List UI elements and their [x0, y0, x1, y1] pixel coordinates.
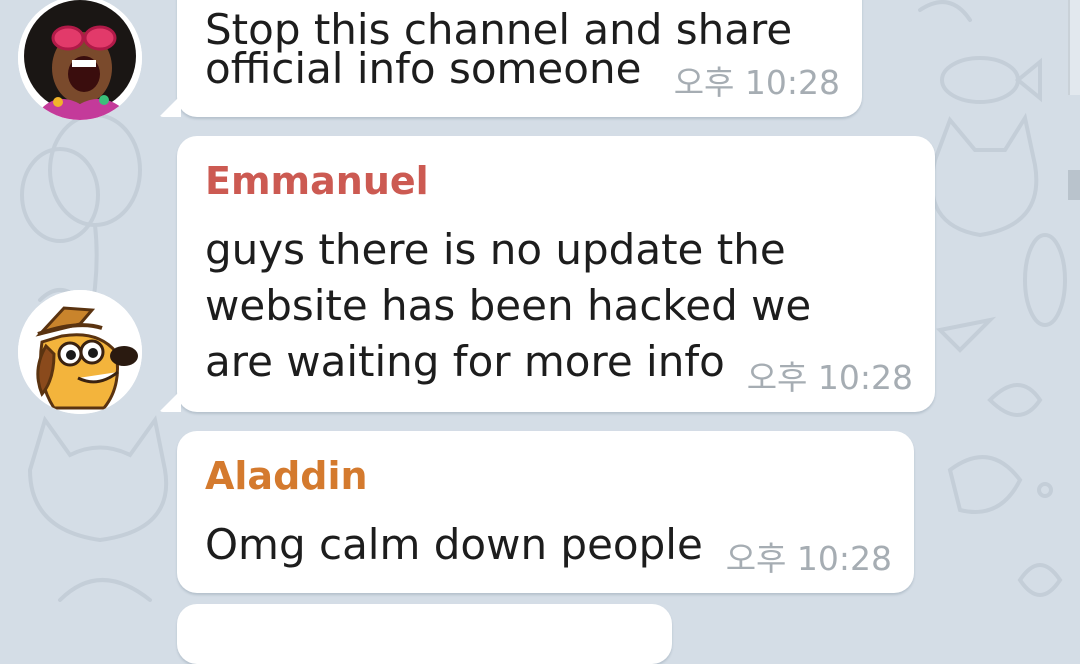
message-text-line: are waiting for more info [205, 337, 725, 386]
message-text-line: official info someone [205, 44, 642, 93]
message-text-line: guys there is no update the [205, 225, 786, 274]
dog-with-hat-avatar[interactable] [18, 290, 142, 414]
message-timestamp: 오후 10:28 [746, 358, 913, 397]
message-text-line: Omg calm down people [205, 520, 703, 569]
sender-name[interactable]: Emmanuel [205, 158, 429, 204]
message-bubble[interactable] [177, 604, 672, 664]
message-text-line: website has been hacked we [205, 281, 812, 330]
afro-person-avatar[interactable] [18, 0, 142, 120]
message-timestamp: 오후 10:28 [673, 63, 840, 102]
side-edge [1068, 0, 1080, 95]
message-bubble[interactable]: Emmanuel guys there is no update the web… [177, 136, 935, 412]
sender-name[interactable]: Aladdin [205, 453, 368, 499]
message-timestamp: 오후 10:28 [725, 539, 892, 578]
message-bubble[interactable]: Stop this channel and share official inf… [177, 0, 862, 117]
message-bubble[interactable]: Aladdin Omg calm down people 오후 10:28 [177, 431, 914, 593]
scroll-handle[interactable] [1068, 170, 1080, 200]
